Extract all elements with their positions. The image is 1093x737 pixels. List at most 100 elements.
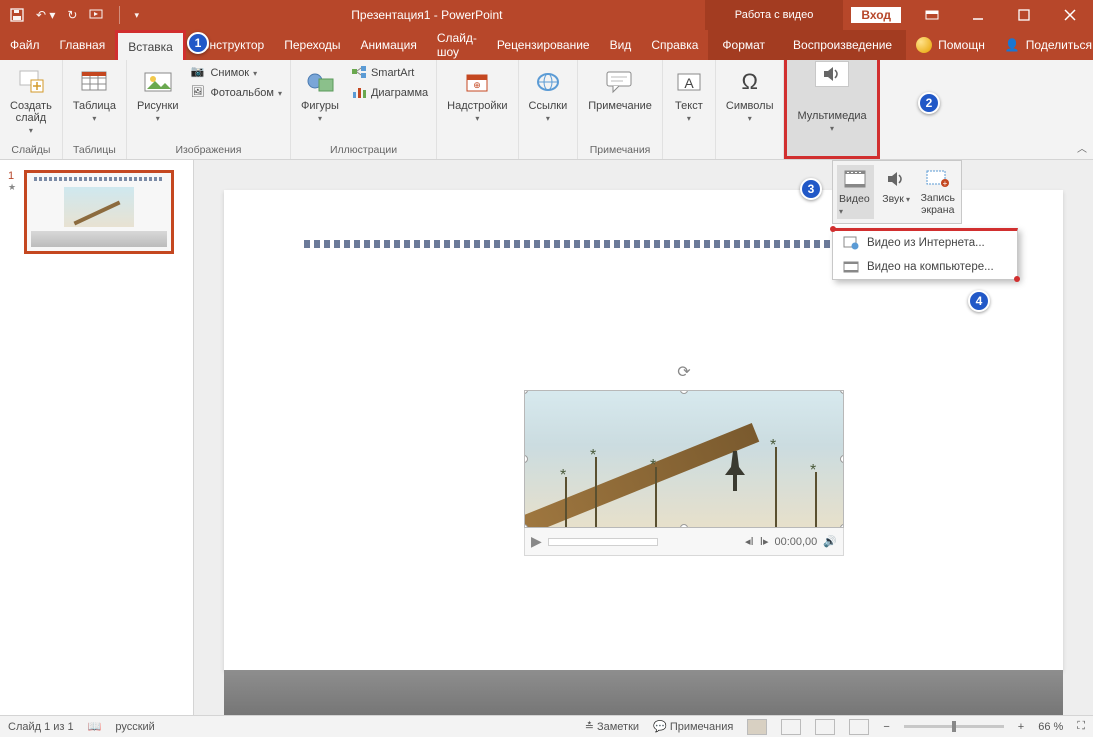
video-from-computer[interactable]: Видео на компьютере... xyxy=(833,255,1017,279)
rotate-handle-icon[interactable]: ⟳ xyxy=(677,362,690,382)
audio-icon xyxy=(884,167,908,191)
titlebar: ↶ ▾ ↻ ▾ Презентация1 - PowerPoint Работа… xyxy=(0,0,1093,30)
close-icon[interactable] xyxy=(1047,0,1093,30)
pictures-button[interactable]: Рисунки xyxy=(133,64,183,125)
video-player-bar: ▶ ◂Ⅰ Ⅰ▸ 00:00,00 🔊 xyxy=(524,528,844,556)
view-slideshow-icon[interactable] xyxy=(849,719,869,735)
video-submenu: Видео из Интернета... Видео на компьютер… xyxy=(832,228,1018,280)
new-slide-button[interactable]: Создать слайд xyxy=(6,64,56,137)
quick-access-toolbar: ↶ ▾ ↻ ▾ xyxy=(0,6,149,24)
zoom-out-icon[interactable]: − xyxy=(883,721,889,733)
links-button[interactable]: Ссылки xyxy=(525,64,572,125)
resize-handle[interactable] xyxy=(680,390,688,394)
group-symbols: ΩСимволы xyxy=(716,60,785,159)
addins-icon: ⊕ xyxy=(461,66,493,98)
view-sorter-icon[interactable] xyxy=(781,719,801,735)
callout-3: 3 xyxy=(800,178,822,200)
video-frame[interactable] xyxy=(524,390,844,528)
notes-button[interactable]: ≛ Заметки xyxy=(585,720,639,733)
tab-slideshow[interactable]: Слайд-шоу xyxy=(427,30,487,60)
zoom-in-icon[interactable]: + xyxy=(1018,721,1024,733)
resize-handle[interactable] xyxy=(840,390,844,394)
undo-icon[interactable]: ↶ ▾ xyxy=(36,8,55,22)
signin-button[interactable]: Вход xyxy=(851,7,901,23)
textbox-icon: A xyxy=(673,66,705,98)
volume-icon[interactable]: 🔊 xyxy=(823,535,837,548)
media-video-button[interactable]: Видео xyxy=(837,165,874,219)
qat-customize-icon[interactable]: ▾ xyxy=(134,10,139,21)
slide-thumb-1[interactable] xyxy=(24,170,174,254)
video-clip-icon xyxy=(843,167,867,191)
table-button[interactable]: Таблица xyxy=(69,64,120,125)
thumb-number: 1 xyxy=(8,170,18,182)
step-back-icon[interactable]: ◂Ⅰ xyxy=(745,535,754,548)
tab-insert[interactable]: Вставка xyxy=(115,30,186,60)
shapes-button[interactable]: Фигуры xyxy=(297,64,343,125)
resize-handle[interactable] xyxy=(524,390,528,394)
tab-view[interactable]: Вид xyxy=(600,30,642,60)
seek-track[interactable] xyxy=(548,538,658,546)
zoom-level[interactable]: 66 % xyxy=(1038,721,1063,733)
shapes-icon xyxy=(304,66,336,98)
status-bar: Слайд 1 из 1 📖 русский ≛ Заметки 💬 Приме… xyxy=(0,715,1093,737)
screen-record-icon: + xyxy=(926,167,950,191)
tab-format[interactable]: Формат xyxy=(708,30,779,60)
new-slide-icon xyxy=(15,66,47,98)
album-icon: 🖼 xyxy=(190,85,206,101)
callout-1: 1 xyxy=(187,32,209,54)
group-tables: Таблица Таблицы xyxy=(63,60,127,159)
video-object[interactable]: ⟳ ▶ xyxy=(524,390,844,556)
tab-review[interactable]: Рецензирование xyxy=(487,30,600,60)
media-screenrec-button[interactable]: + Запись экрана xyxy=(919,165,957,219)
play-icon[interactable]: ▶ xyxy=(531,533,542,550)
slideshow-icon[interactable] xyxy=(89,8,105,22)
text-button[interactable]: AТекст xyxy=(669,64,709,125)
resize-handle[interactable] xyxy=(524,455,528,463)
tab-animations[interactable]: Анимация xyxy=(351,30,427,60)
comment-icon xyxy=(604,66,636,98)
maximize-icon[interactable] xyxy=(1001,0,1047,30)
speaker-icon xyxy=(815,61,849,87)
resize-handle[interactable] xyxy=(840,455,844,463)
tab-home[interactable]: Главная xyxy=(50,30,116,60)
symbol-icon: Ω xyxy=(734,66,766,98)
ribbon-options-icon[interactable] xyxy=(909,0,955,30)
collapse-ribbon-icon[interactable]: ︿ xyxy=(1077,140,1087,155)
view-reading-icon[interactable] xyxy=(815,719,835,735)
tab-file[interactable]: Файл xyxy=(0,30,50,60)
animation-star-icon: ★ xyxy=(8,182,18,193)
tell-me[interactable]: Помощн xyxy=(906,30,995,60)
video-online-icon xyxy=(843,236,859,250)
spellcheck-icon[interactable]: 📖 xyxy=(88,720,102,733)
slide-counter[interactable]: Слайд 1 из 1 xyxy=(8,721,74,733)
resize-handle[interactable] xyxy=(840,524,844,528)
screenshot-icon: 📷 xyxy=(190,65,206,81)
tab-transitions[interactable]: Переходы xyxy=(274,30,350,60)
fit-window-icon[interactable]: ⛶ xyxy=(1077,720,1085,733)
resize-handle[interactable] xyxy=(680,524,688,528)
screenshot-button[interactable]: 📷Снимок xyxy=(188,64,284,82)
resize-handle[interactable] xyxy=(524,524,528,528)
comment-button[interactable]: Примечание xyxy=(584,64,656,114)
media-button[interactable]: Мультимедиа xyxy=(793,108,870,135)
language[interactable]: русский xyxy=(115,721,154,733)
group-images: Рисунки 📷Снимок 🖼Фотоальбом Изображения xyxy=(127,60,291,159)
view-normal-icon[interactable] xyxy=(747,719,767,735)
media-audio-button[interactable]: Звук xyxy=(878,165,915,219)
comments-button[interactable]: 💬 Примечания xyxy=(653,720,733,733)
tab-help[interactable]: Справка xyxy=(641,30,708,60)
minimize-icon[interactable] xyxy=(955,0,1001,30)
photo-album-button[interactable]: 🖼Фотоальбом xyxy=(188,84,284,102)
symbols-button[interactable]: ΩСимволы xyxy=(722,64,778,125)
redo-icon[interactable]: ↻ xyxy=(67,8,77,22)
addins-button[interactable]: ⊕Надстройки xyxy=(443,64,511,125)
zoom-slider[interactable] xyxy=(904,725,1004,728)
video-from-internet[interactable]: Видео из Интернета... xyxy=(833,231,1017,255)
save-icon[interactable] xyxy=(10,8,24,22)
tab-playback[interactable]: Воспроизведение xyxy=(779,30,906,60)
smartart-button[interactable]: SmartArt xyxy=(349,64,430,82)
chart-button[interactable]: Диаграмма xyxy=(349,84,430,102)
window-controls xyxy=(909,0,1093,30)
step-fwd-icon[interactable]: Ⅰ▸ xyxy=(760,535,769,548)
share-button[interactable]: 👤Поделиться xyxy=(995,30,1093,60)
